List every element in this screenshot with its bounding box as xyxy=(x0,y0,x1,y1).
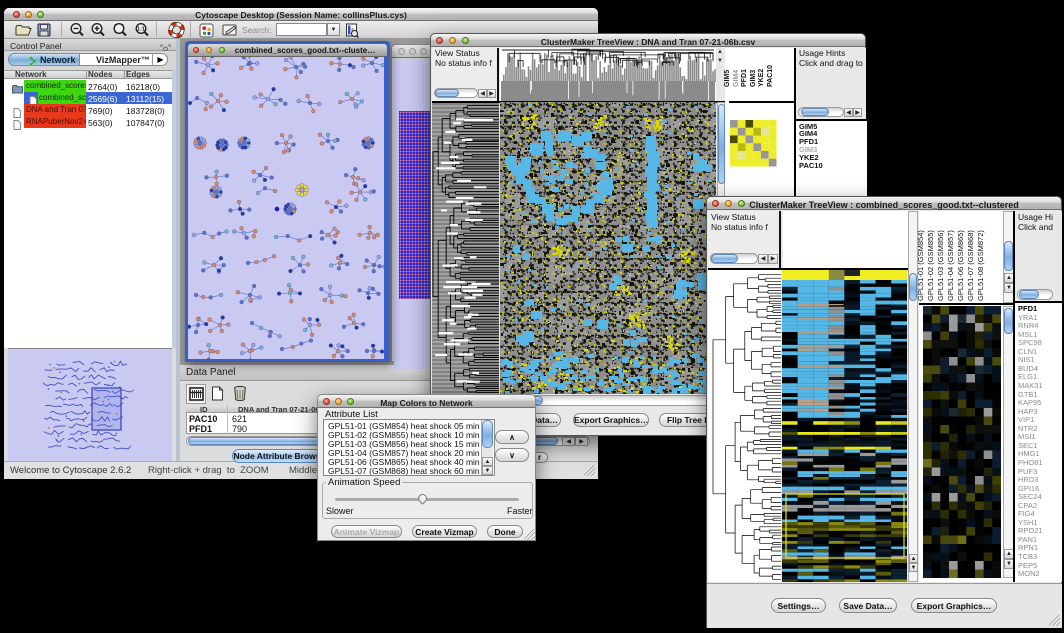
svg-text:1:1: 1:1 xyxy=(137,27,145,33)
